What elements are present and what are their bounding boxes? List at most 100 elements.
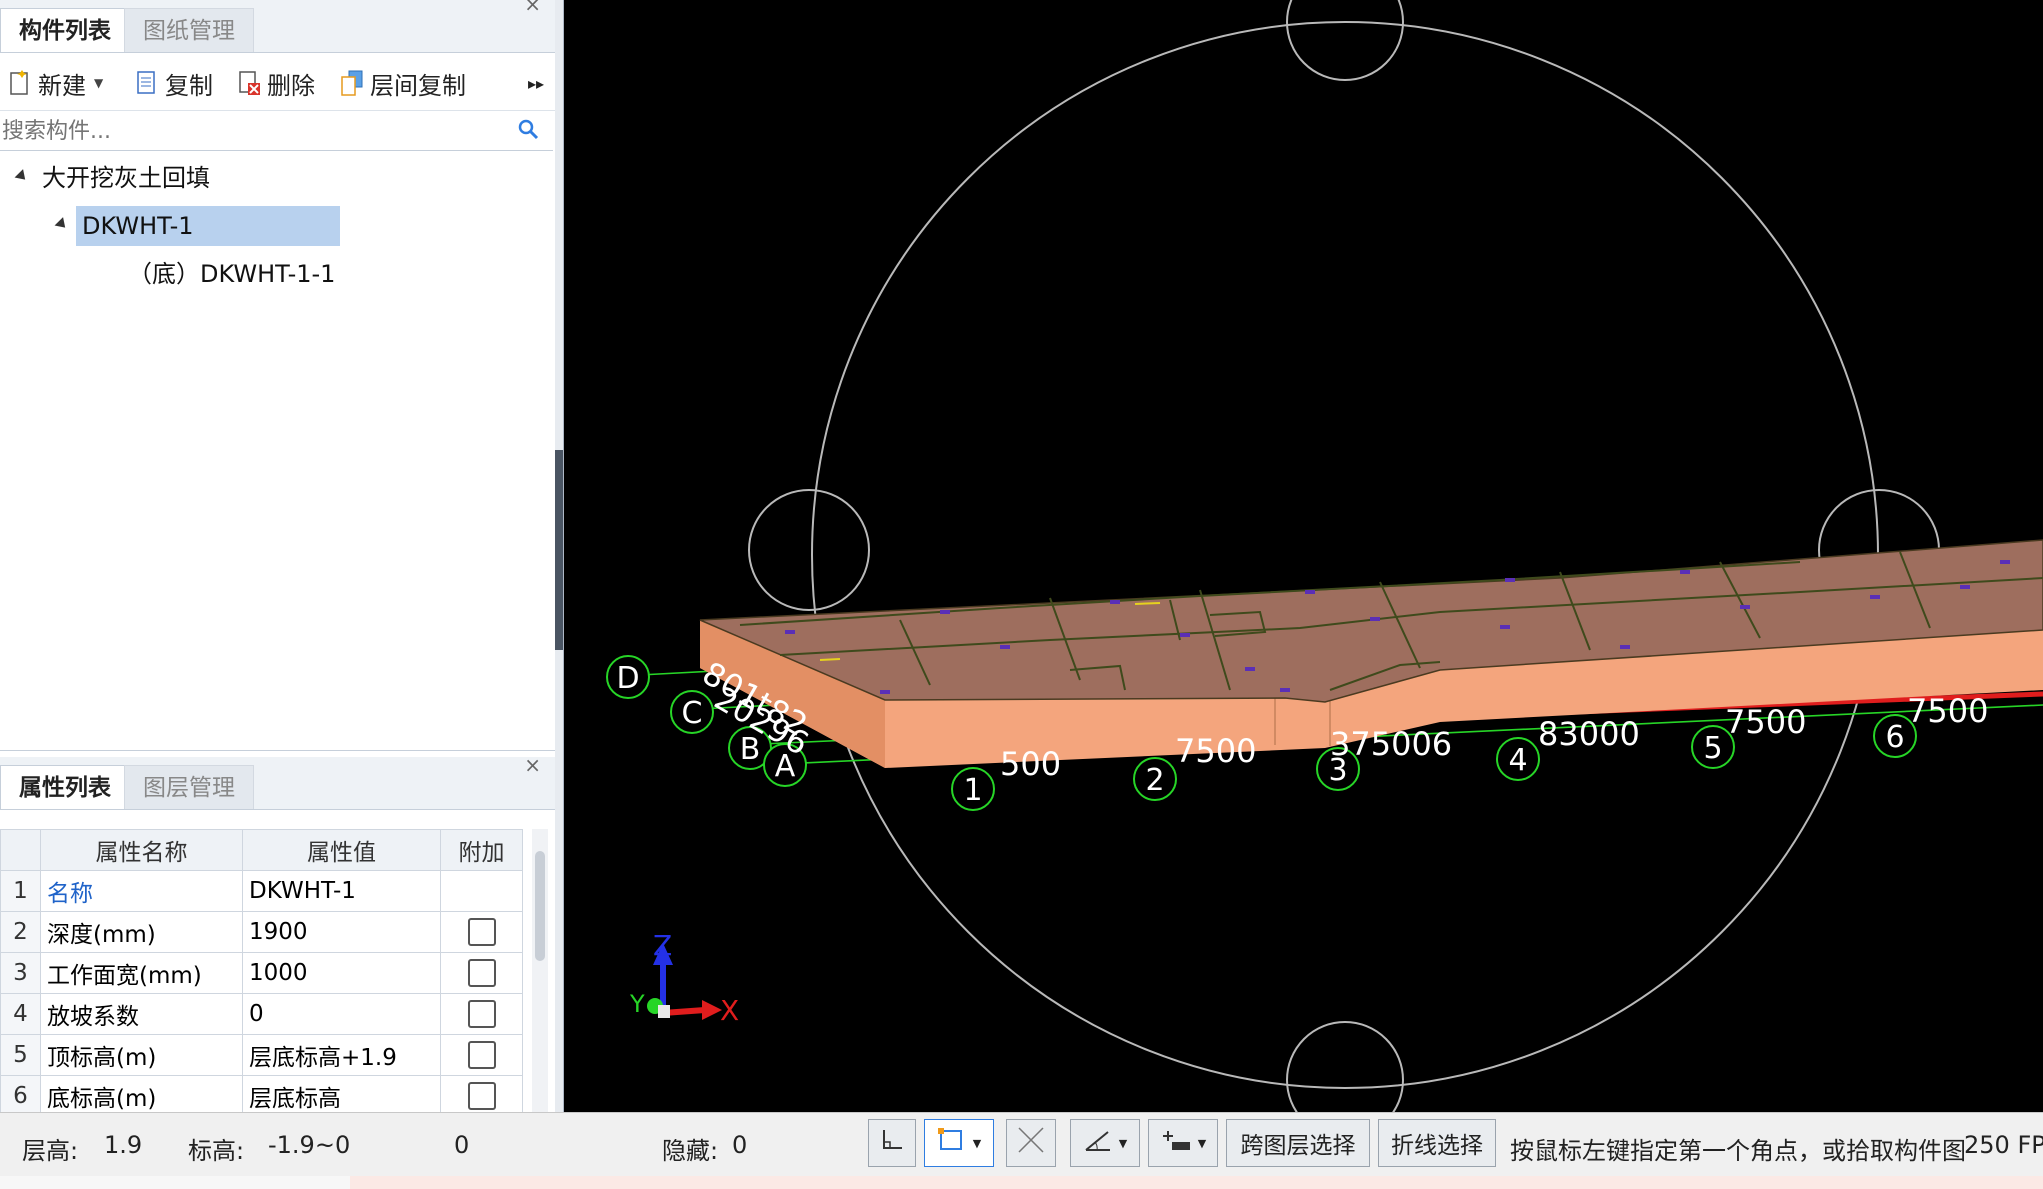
- cross-icon: [1016, 1125, 1046, 1161]
- floor-height-label: 层高:: [22, 1137, 79, 1165]
- floor-copy-icon: [340, 69, 364, 97]
- property-name: 工作面宽(mm): [40, 952, 243, 994]
- property-name: 顶标高(m): [40, 1034, 243, 1076]
- tree-item-root[interactable]: 大开挖灰土回填: [14, 158, 516, 198]
- attach-checkbox[interactable]: [467, 1041, 496, 1069]
- chevron-down-icon[interactable]: ▼: [1198, 1137, 1206, 1150]
- elevation-label: 标高:: [188, 1137, 245, 1165]
- vertical-scrollbar[interactable]: [532, 829, 548, 1113]
- property-value[interactable]: 1900: [242, 911, 441, 953]
- orbit-handle-left[interactable]: [748, 489, 870, 611]
- expand-icon[interactable]: [54, 217, 70, 232]
- table-row[interactable]: 4 放坡系数 0: [0, 993, 523, 1035]
- orbit-handle-top[interactable]: [1286, 0, 1404, 81]
- search-icon[interactable]: [517, 118, 539, 144]
- property-value[interactable]: 1000: [242, 952, 441, 994]
- component-search: [0, 112, 553, 151]
- dim-label: 83000: [1538, 715, 1640, 753]
- column-header: 附加: [440, 829, 523, 871]
- triad-y-label: Y: [629, 990, 645, 1018]
- dim-label: 7500: [1907, 692, 1988, 730]
- ortho-icon: [879, 1127, 905, 1159]
- property-name: 放坡系数: [40, 993, 243, 1035]
- attach-checkbox[interactable]: [467, 959, 496, 987]
- property-name: 底标高(m): [40, 1075, 243, 1117]
- floor-copy-button[interactable]: 层间复制: [340, 65, 466, 101]
- axis-label-d: D: [616, 661, 639, 696]
- component-toolbar: 新建 ▼ 复制 删除 层间复制 ▸▸: [0, 55, 555, 111]
- copy-button[interactable]: 复制: [135, 65, 213, 101]
- tab-drawing-management[interactable]: 图纸管理: [124, 8, 254, 52]
- axis-label-6: 6: [1885, 720, 1904, 755]
- snap-box-icon: [937, 1126, 967, 1160]
- scrollbar-thumb[interactable]: [535, 851, 545, 961]
- property-value[interactable]: DKWHT-1: [242, 870, 441, 912]
- count-value: 0: [454, 1131, 470, 1159]
- triad-x-label: X: [720, 994, 739, 1027]
- status-hint: 按鼠标左键指定第一个角点，或拾取构件图: [1510, 1137, 1966, 1165]
- orbit-handle-bottom[interactable]: [1286, 1021, 1404, 1112]
- angle-snap-button[interactable]: ▼: [1070, 1119, 1140, 1167]
- polyline-select-button[interactable]: 折线选择: [1378, 1119, 1496, 1167]
- fps-readout: 250 FP: [1964, 1131, 2043, 1159]
- axis-label-1: 1: [963, 773, 982, 808]
- close-icon[interactable]: ×: [524, 0, 541, 16]
- floor-height-value: 1.9: [104, 1131, 143, 1159]
- axis-label-4: 4: [1508, 743, 1527, 778]
- attach-checkbox[interactable]: [467, 918, 496, 946]
- search-input[interactable]: [0, 112, 504, 150]
- elevation-value: -1.9~0: [268, 1131, 351, 1159]
- table-row[interactable]: 3 工作面宽(mm) 1000: [0, 952, 523, 994]
- dim-label: 375006: [1330, 725, 1452, 763]
- offset-icon: [1160, 1126, 1192, 1160]
- property-value[interactable]: 层底标高+1.9: [242, 1034, 441, 1076]
- more-tools-icon[interactable]: ▸▸: [528, 65, 544, 101]
- copy-icon: [135, 69, 159, 97]
- property-tabs: 属性列表 图层管理 ×: [0, 753, 555, 810]
- ortho-button[interactable]: [868, 1119, 916, 1167]
- table-header-row: 属性名称 属性值 附加: [0, 829, 523, 871]
- close-icon[interactable]: ×: [524, 753, 541, 777]
- tab-property-list[interactable]: 属性列表: [0, 765, 130, 809]
- angle-icon: [1083, 1126, 1113, 1160]
- tree-item-dkwht-1-1[interactable]: （底）DKWHT-1-1: [128, 254, 428, 294]
- left-panel: 构件列表 图纸管理 × 新建 ▼ 复制 删除 层间复制 ▸▸ 搜索构件... 大…: [0, 0, 556, 1117]
- triad-z-label: Z: [653, 929, 672, 962]
- table-row[interactable]: 5 顶标高(m) 层底标高+1.9: [0, 1034, 523, 1076]
- tab-component-list[interactable]: 构件列表: [0, 8, 130, 52]
- offset-snap-button[interactable]: ▼: [1148, 1119, 1218, 1167]
- cross-layer-select-button[interactable]: 跨图层选择: [1226, 1119, 1370, 1167]
- column-header: 属性名称: [40, 829, 243, 871]
- table-row[interactable]: 6 底标高(m) 层底标高: [0, 1075, 523, 1117]
- property-panel: 属性列表 图层管理 × 属性名称 属性值 附加 1 名称 DKWHT-1 2 深…: [0, 750, 555, 1117]
- table-row[interactable]: 1 名称 DKWHT-1: [0, 870, 523, 912]
- new-button[interactable]: 新建 ▼: [8, 65, 103, 101]
- property-value[interactable]: 层底标高: [242, 1075, 441, 1117]
- property-name: 深度(mm): [40, 911, 243, 953]
- tab-layer-management[interactable]: 图层管理: [124, 765, 254, 809]
- component-tabs: 构件列表 图纸管理 ×: [0, 0, 555, 53]
- bottom-strip: [0, 1176, 2043, 1189]
- property-value[interactable]: 0: [242, 993, 441, 1035]
- chevron-down-icon[interactable]: ▼: [1119, 1137, 1127, 1150]
- tree-item-dkwht-1[interactable]: DKWHT-1: [54, 206, 340, 246]
- cross-snap-button[interactable]: [1006, 1119, 1056, 1167]
- axis-label-5: 5: [1703, 731, 1722, 766]
- 3d-viewport[interactable]: D C B A 1 2 3 4 5 6 500 7500 375006 8300…: [564, 0, 2043, 1112]
- table-row[interactable]: 2 深度(mm) 1900: [0, 911, 523, 953]
- snap-box-button[interactable]: ▼: [924, 1119, 994, 1167]
- hidden-label: 隐藏:: [662, 1137, 719, 1165]
- dim-label: 500: [1000, 745, 1061, 783]
- attach-checkbox[interactable]: [467, 1000, 496, 1028]
- new-icon: [8, 69, 32, 97]
- hidden-value: 0: [732, 1131, 748, 1159]
- expand-icon[interactable]: [14, 169, 30, 184]
- chevron-down-icon[interactable]: ▼: [94, 76, 103, 90]
- attach-checkbox[interactable]: [467, 1082, 496, 1110]
- splitter-grip[interactable]: [555, 450, 563, 650]
- dim-label: 7500: [1175, 732, 1256, 770]
- scene-canvas[interactable]: D C B A 1 2 3 4 5 6 500 7500 375006 8300…: [564, 0, 2043, 1112]
- orbit-circle[interactable]: [811, 21, 1879, 1089]
- delete-button[interactable]: 删除: [237, 65, 315, 101]
- chevron-down-icon[interactable]: ▼: [973, 1137, 981, 1150]
